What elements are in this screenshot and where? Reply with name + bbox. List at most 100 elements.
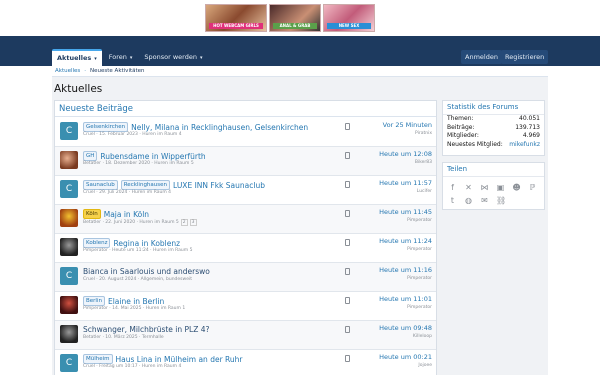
last-post-time[interactable]: Vor 25 Minuten xyxy=(383,121,432,129)
thread-row[interactable]: C Gelsenkirchen Nelly, Milana in Recklingh… xyxy=(55,118,436,147)
tab-sponsor[interactable]: Sponsor werden ▾ xyxy=(139,49,207,66)
tab-foren[interactable]: Foren ▾ xyxy=(104,49,138,66)
thread-prefix[interactable]: Berlin xyxy=(83,296,105,306)
thread-title[interactable]: Schwanger, Milchbrüste in PLZ 4? xyxy=(83,325,210,334)
last-poster[interactable]: Pimperator xyxy=(407,218,432,223)
avatar[interactable] xyxy=(60,238,78,256)
thread-row[interactable]: Koblenz Regina in Koblenz Pimperator · Heu… xyxy=(55,234,436,263)
newest-member-link[interactable]: mikefunkz xyxy=(509,141,540,150)
thread-meta: Cruel · 15. Februar 2023 · Huren im Raum… xyxy=(83,132,182,137)
thread-row[interactable]: Berlin Elaine in Berlin Pimperator · 14. M… xyxy=(55,292,436,321)
thread-prefix[interactable]: GH xyxy=(83,151,98,161)
stat-label: Themen: xyxy=(447,115,474,122)
thread-title[interactable]: Regina in Koblenz xyxy=(113,239,180,248)
forum-stats-heading[interactable]: Statistik des Forums xyxy=(443,101,544,115)
subnav-link-neueste[interactable]: Neueste Aktivitäten xyxy=(90,66,145,76)
last-poster[interactable]: Pimperator xyxy=(407,247,432,252)
avatar[interactable]: C xyxy=(60,354,78,372)
subnav-separator: · xyxy=(84,68,87,74)
document-icon xyxy=(345,123,350,130)
last-post-time[interactable]: Heute um 12:08 xyxy=(379,150,432,158)
thread-prefix[interactable]: Mülheim xyxy=(83,354,113,364)
ad-3-caption: NEW SEX xyxy=(327,23,371,29)
thread-title[interactable]: Rubensdame in Wipperfürth xyxy=(100,152,205,161)
last-post-time[interactable]: Heute um 11:01 xyxy=(379,295,432,303)
thread-row[interactable]: C Mülheim Haus Lina in Mülheim an der Ruhr… xyxy=(55,350,436,375)
login-button[interactable]: Anmelden xyxy=(461,50,502,64)
register-button[interactable]: Registrieren xyxy=(501,50,549,64)
last-post-time[interactable]: Heute um 11:24 xyxy=(379,237,432,245)
thread-meta: Betatler · 22. Juni 2020 · Huren im Raum… xyxy=(83,219,197,226)
stat-row-members: Mitglieder: 4.969 xyxy=(443,132,544,141)
avatar[interactable] xyxy=(60,209,78,227)
thread-row[interactable]: Schwanger, Milchbrüste in PLZ 4? Betatler… xyxy=(55,321,436,350)
whatsapp-icon[interactable]: ◍ xyxy=(464,196,473,205)
email-icon[interactable]: ✉ xyxy=(480,196,489,205)
last-poster[interactable]: Biker83 xyxy=(415,160,432,165)
thread-title-line: Saunaclub Recklinghausen LUXE INN Fkk Saun… xyxy=(83,180,265,190)
thread-row[interactable]: C Bianca in Saarlouis und anderswo Cruel ·… xyxy=(55,263,436,292)
last-poster[interactable]: Killeloop xyxy=(413,334,432,339)
thread-title-line: Berlin Elaine in Berlin xyxy=(83,296,164,306)
thread-prefix[interactable]: Saunaclub xyxy=(83,180,118,190)
link-icon[interactable]: ⛓ xyxy=(496,196,506,205)
thread-title[interactable]: Elaine in Berlin xyxy=(108,297,164,306)
thread-prefix[interactable]: Köln xyxy=(83,209,101,219)
avatar[interactable]: C xyxy=(60,122,78,140)
avatar[interactable]: C xyxy=(60,180,78,198)
tumblr-icon[interactable]: t xyxy=(448,196,457,205)
thread-title[interactable]: Nelly, Milana in Recklinghausen, Gelsenk… xyxy=(131,123,308,132)
last-post-time[interactable]: Heute um 09:48 xyxy=(379,324,432,332)
thread-meta: Cruel · Freitag um 10:17 · Huren im Raum… xyxy=(83,364,181,369)
last-poster[interactable]: Lucifer xyxy=(417,189,432,194)
thread-row[interactable]: Köln Maja in Köln Betatler · 22. Juni 2020… xyxy=(55,205,436,234)
thread-title[interactable]: Maja in Köln xyxy=(104,210,149,219)
thread-title-line: Mülheim Haus Lina in Mülheim an der Ruhr xyxy=(83,354,243,364)
thread-title[interactable]: Bianca in Saarlouis und anderswo xyxy=(83,267,210,276)
thread-title-line: Gelsenkirchen Nelly, Milana in Recklingha… xyxy=(83,122,308,132)
thread-title[interactable]: LUXE INN Fkk Saunaclub xyxy=(173,181,265,190)
thread-row[interactable]: GH Rubensdame in Wipperfürth Betatler · 18… xyxy=(55,147,436,176)
pinterest-icon[interactable]: ℙ xyxy=(528,183,537,192)
avatar[interactable] xyxy=(60,325,78,343)
thread-prefix[interactable]: Recklinghausen xyxy=(120,180,171,190)
last-post-time[interactable]: Heute um 11:45 xyxy=(379,208,432,216)
chevron-down-icon: ▾ xyxy=(199,55,203,61)
last-poster[interactable]: Piratnix xyxy=(415,131,432,136)
thread-row[interactable]: C Saunaclub Recklinghausen LUXE INN Fkk Sau… xyxy=(55,176,436,205)
document-icon xyxy=(345,181,350,188)
page-title: Aktuelles xyxy=(54,83,103,95)
facebook-icon[interactable]: f xyxy=(448,183,457,192)
x-icon[interactable]: ✕ xyxy=(464,183,473,192)
reddit-icon[interactable]: ☻ xyxy=(512,183,521,192)
latest-posts-heading[interactable]: Neueste Beiträge xyxy=(55,101,436,117)
thread-prefix[interactable]: Koblenz xyxy=(83,238,111,248)
linkedin-icon[interactable]: ▣ xyxy=(496,183,505,192)
last-post-time[interactable]: Heute um 11:57 xyxy=(379,179,432,187)
thread-page-link[interactable]: 3 xyxy=(189,219,197,226)
thread-title[interactable]: Haus Lina in Mülheim an der Ruhr xyxy=(116,355,243,364)
thread-meta-text: Betatler · 18. Dezember 2020 · Huren im … xyxy=(83,161,194,166)
subnav-link-aktuelles[interactable]: Aktuelles xyxy=(55,66,80,76)
thread-prefix[interactable]: Gelsenkirchen xyxy=(83,122,129,132)
avatar[interactable] xyxy=(60,296,78,314)
ad-image-2[interactable]: ANAL & GRAB xyxy=(269,4,321,32)
tab-aktuelles[interactable]: Aktuelles ▾ xyxy=(52,49,102,66)
bluesky-icon[interactable]: ⋈ xyxy=(480,183,489,192)
breadcrumb: Aktuelles · Neueste Aktivitäten xyxy=(52,66,548,77)
last-poster[interactable]: Jojoee xyxy=(418,363,432,368)
avatar[interactable]: C xyxy=(60,267,78,285)
chevron-down-icon: ▾ xyxy=(129,55,133,61)
last-poster[interactable]: Pimperator xyxy=(407,305,432,310)
thread-page-link[interactable]: 2 xyxy=(180,219,188,226)
page-body: Aktuelles Neueste Beiträge C Gelsenkirche… xyxy=(52,77,548,375)
last-poster[interactable]: Pimperator xyxy=(407,276,432,281)
last-post-time[interactable]: Heute um 11:16 xyxy=(379,266,432,274)
thread-meta-text: Cruel · 29. Juli 2024 · Huren im Raum 4 xyxy=(83,190,172,195)
share-icons: f ✕ ⋈ ▣ ☻ ℙ t ◍ ✉ ⛓ xyxy=(448,183,543,205)
ad-image-1[interactable]: HOT WEBCAM GIRLS xyxy=(205,4,267,32)
last-post-time[interactable]: Heute um 00:21 xyxy=(379,353,432,361)
stat-value: 4.969 xyxy=(522,132,540,139)
avatar[interactable] xyxy=(60,151,78,169)
ad-image-3[interactable]: NEW SEX xyxy=(323,4,375,32)
